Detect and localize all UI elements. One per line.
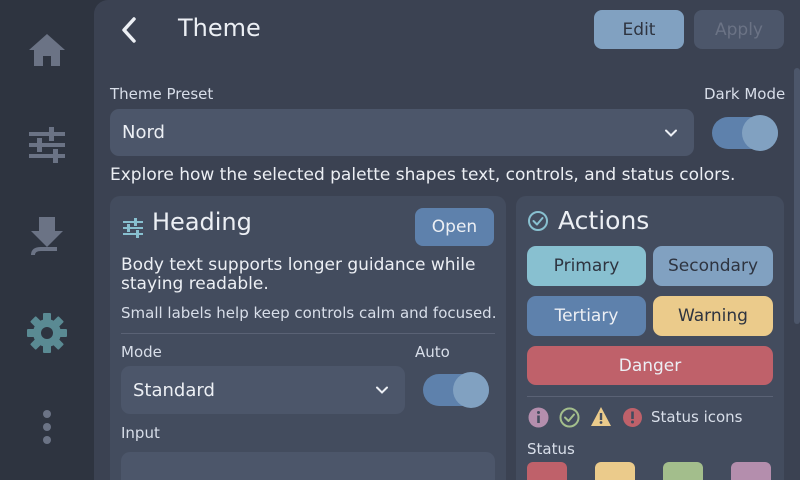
sidebar-item-download[interactable]: [22, 212, 72, 262]
chevron-left-icon: [122, 17, 136, 43]
theme-preset-label: Theme Preset: [110, 85, 214, 103]
info-icon: [528, 407, 549, 428]
sidebar-item-adjustments[interactable]: [22, 120, 72, 170]
sliders-icon: [123, 218, 143, 238]
theme-preset-select[interactable]: Nord: [110, 109, 694, 156]
sliders-icon: [29, 127, 65, 163]
text-input[interactable]: [121, 452, 495, 480]
divider: [527, 396, 773, 397]
sidebar-item-more[interactable]: [22, 402, 72, 452]
actions-card: Actions Primary Secondary Tertiary Warni…: [516, 196, 784, 480]
status-swatch-warning: [595, 462, 635, 480]
dark-mode-toggle[interactable]: [712, 115, 778, 151]
back-button[interactable]: [114, 12, 144, 48]
input-label: Input: [121, 424, 160, 442]
sidebar-item-home[interactable]: [22, 25, 72, 75]
status-swatch-danger: [527, 462, 567, 480]
toggle-knob: [453, 372, 489, 408]
primary-button[interactable]: Primary: [527, 246, 646, 286]
mode-value: Standard: [133, 379, 215, 401]
toggle-knob: [742, 115, 778, 151]
status-label: Status: [527, 440, 575, 458]
actions-heading: Actions: [558, 206, 650, 235]
apply-button[interactable]: Apply: [694, 10, 784, 49]
auto-toggle[interactable]: [423, 372, 489, 408]
gear-icon: [27, 313, 67, 353]
warning-icon: [591, 407, 611, 426]
tertiary-button[interactable]: Tertiary: [527, 296, 646, 336]
mode-select[interactable]: Standard: [121, 366, 405, 414]
divider: [121, 333, 495, 334]
dark-mode-label: Dark Mode: [704, 85, 786, 103]
theme-preset-value: Nord: [122, 122, 165, 143]
success-icon: [559, 407, 580, 428]
scrollbar[interactable]: [794, 68, 800, 324]
auto-label: Auto: [415, 343, 450, 361]
danger-button[interactable]: Danger: [527, 346, 773, 385]
warning-button[interactable]: Warning: [653, 296, 773, 336]
check-circle-icon: [528, 211, 548, 231]
more-vertical-icon: [43, 410, 51, 444]
page-title: Theme: [178, 14, 261, 42]
sidebar: [0, 0, 94, 480]
body-text: Body text supports longer guidance while…: [121, 255, 476, 294]
sidebar-item-settings[interactable]: [22, 308, 72, 358]
open-button[interactable]: Open: [415, 208, 494, 246]
heading-card: Heading Open Body text supports longer g…: [110, 196, 506, 480]
edit-button[interactable]: Edit: [594, 10, 684, 49]
error-icon: [623, 408, 642, 427]
download-icon: [31, 217, 63, 256]
secondary-button[interactable]: Secondary: [653, 246, 773, 286]
small-label-text: Small labels help keep controls calm and…: [121, 304, 497, 322]
status-swatch-info: [731, 462, 771, 480]
card-heading: Heading: [152, 208, 252, 236]
mode-label: Mode: [121, 343, 162, 361]
chevron-down-icon: [665, 129, 677, 137]
status-icons-label: Status icons: [651, 408, 743, 426]
main-panel: Theme Edit Apply Theme Preset Dark Mode …: [94, 0, 800, 480]
top-bar: Theme Edit Apply: [94, 0, 800, 60]
status-swatch-success: [663, 462, 703, 480]
home-icon: [29, 34, 65, 66]
palette-description: Explore how the selected palette shapes …: [110, 165, 736, 185]
chevron-down-icon: [376, 386, 388, 394]
